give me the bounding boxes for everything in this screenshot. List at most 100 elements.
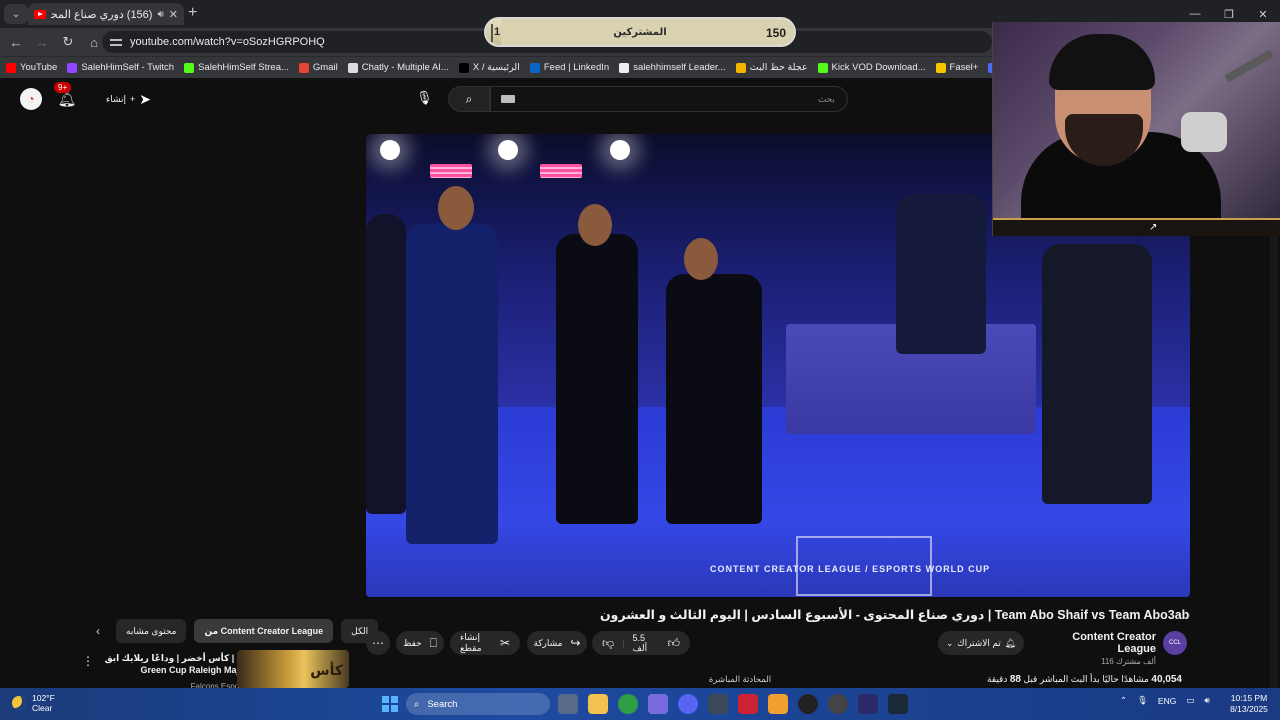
bookmark-item[interactable]: YouTube (6, 62, 57, 73)
save-button[interactable]: حفظ ⎕ (396, 631, 444, 655)
windows-taskbar: 102°F Clear ⌕ Search ⌃ 🎙︎ ENG ▭ 🔊︎ 10:15… (0, 688, 1280, 720)
file-explorer-icon[interactable] (588, 694, 608, 714)
chip-all[interactable]: الكل (341, 619, 379, 643)
youtube-favicon-icon (34, 9, 46, 19)
person-figure (896, 194, 986, 354)
cursor-icon: ↗ (1149, 222, 1158, 233)
steam-icon[interactable] (888, 694, 908, 714)
stage-light (610, 140, 630, 160)
xbox-icon[interactable] (708, 694, 728, 714)
bookmark-item[interactable]: SalehHimSelf - Twitch (67, 62, 174, 73)
related-video-item[interactable]: ⋮ كأس أخضر | وداعًا ريلايك ابق | 🏆 Green… (82, 650, 350, 691)
search-button[interactable]: ⌕ (448, 86, 490, 112)
forward-icon[interactable]: → (30, 35, 54, 50)
network-icon[interactable]: ▭ (1186, 695, 1194, 706)
channel-avatar[interactable]: CCL (1163, 631, 1187, 655)
taskbar-search[interactable]: ⌕ Search (406, 693, 550, 715)
streamer-beanie (1049, 34, 1155, 90)
obs-icon[interactable] (798, 694, 818, 714)
person-head (684, 238, 718, 280)
keyboard-icon[interactable] (501, 95, 515, 103)
nzxt-icon[interactable] (858, 694, 878, 714)
bookmark-item[interactable]: Gmail (298, 62, 338, 73)
channel-name[interactable]: Content Creator League (1040, 631, 1156, 655)
subscribed-button[interactable]: ⌄ تم الاشتراك 🔔︎ (938, 631, 1024, 655)
related-chips: ‹ محتوى مشابه من Content Creator League … (88, 619, 379, 643)
voice-search-icon[interactable]: 🎙︎ (416, 90, 433, 106)
bookmark-item[interactable]: SalehHimSelf Strea... (184, 62, 289, 73)
discord-icon[interactable] (678, 694, 698, 714)
clip-button[interactable]: إنشاء مقطع ✂ (450, 631, 520, 655)
subscriber-goal-bar: 1 المشتركين 150 (484, 17, 796, 47)
bookmark-item[interactable]: X / الرئيسية (458, 62, 520, 73)
chip-similar[interactable]: محتوى مشابه (116, 619, 187, 643)
new-tab-button[interactable]: + (188, 4, 197, 22)
start-button[interactable] (382, 696, 398, 712)
like-icon[interactable]: 👍︎ (667, 636, 680, 651)
bookmark-favicon-icon (347, 62, 358, 73)
bookmark-item[interactable]: salehhimself Leader... (619, 62, 726, 73)
divider: | (622, 638, 625, 648)
person-head (438, 186, 474, 230)
related-video-thumbnail[interactable]: كأس (237, 650, 349, 688)
person-figure (406, 224, 498, 544)
taskbar-clock[interactable]: 10:15 PM 8/13/2025 (1226, 693, 1272, 715)
notifications-button[interactable]: 🔔︎ 9+ (54, 82, 78, 110)
chevron-left-icon[interactable]: ‹ (88, 624, 108, 638)
masthead-actions: ◔ 🔔︎ 9+ إنشاء + ➤ (20, 82, 151, 110)
reload-icon[interactable]: ↻ (56, 34, 80, 50)
recorder-icon[interactable] (738, 694, 758, 714)
app-a-icon[interactable] (768, 694, 788, 714)
store-icon[interactable] (648, 694, 668, 714)
search-input[interactable]: بحث (490, 86, 848, 112)
search-placeholder: بحث (817, 94, 835, 104)
bookmark-label: SalehHimSelf - Twitch (81, 62, 175, 73)
weather-widget[interactable]: 102°F Clear (12, 693, 55, 713)
steam-settings-icon[interactable] (828, 694, 848, 714)
live-chat-label[interactable]: المحادثة المباشرة (690, 674, 790, 685)
back-icon[interactable]: ← (4, 35, 28, 50)
like-dislike-group: 👎︎ | 5.5 ألف 👍︎ (592, 631, 690, 655)
bookmark-favicon-icon (184, 62, 195, 73)
thumbnail-text: كأس (310, 662, 343, 678)
page-scrollbar[interactable] (1270, 158, 1278, 688)
task-view-icon[interactable] (558, 694, 578, 714)
volume-icon[interactable]: 🔊︎ (1204, 695, 1209, 706)
person-figure (1042, 244, 1152, 504)
mouse-cursor-icon: ➤ (139, 90, 152, 107)
close-tab-icon[interactable]: ✕ (169, 8, 178, 21)
bookmark-item[interactable]: Chatly - Multiple AI... (347, 62, 449, 73)
chrome-icon[interactable] (618, 694, 638, 714)
site-info-icon[interactable] (110, 37, 122, 47)
bookmark-item[interactable]: Kick VOD Download... (817, 62, 926, 73)
bookmark-label: YouTube (20, 62, 58, 73)
dislike-icon[interactable]: 👎︎ (602, 636, 614, 651)
share-label: مشاركة (533, 637, 563, 648)
audio-icon[interactable]: 🔊︎ (157, 9, 163, 20)
bookmark-item[interactable]: عجلة حظ البث (735, 62, 808, 73)
bookmark-item[interactable]: Feed | LinkedIn (529, 62, 609, 73)
video-title: دوري صناع المحتوى - الأسبوع السادس | الي… (600, 608, 1190, 622)
notification-badge: 9+ (54, 82, 72, 93)
browser-tab[interactable]: (156) دوري صناع المحتوى - ال 🔊︎ ✕ (28, 3, 184, 25)
clock-date: 8/13/2025 (1230, 704, 1268, 714)
chip-from-channel[interactable]: من Content Creator League (194, 619, 334, 643)
goal-target: 150 (765, 26, 786, 40)
stage-light (380, 140, 400, 160)
bookmark-item[interactable]: Fasel+ (935, 62, 978, 73)
chevron-up-icon[interactable]: ⌃ (1120, 695, 1127, 706)
create-button[interactable]: إنشاء + ➤ (106, 91, 151, 108)
related-video-title: كأس أخضر | وداعًا ريلايك ابق | 🏆 Green C… (98, 652, 248, 676)
channel-info[interactable]: Content Creator League 116 ألف مشترك (1040, 631, 1156, 666)
mic-tray-icon[interactable]: 🎙︎ (1137, 695, 1148, 706)
language-indicator[interactable]: ENG (1158, 696, 1176, 706)
tab-search-icon[interactable]: ⌄ (4, 4, 28, 24)
channel-subscribers: 116 ألف مشترك (1101, 657, 1156, 666)
share-button[interactable]: مشاركة ↪ (527, 631, 587, 655)
clock-time: 10:15 PM (1230, 693, 1268, 703)
weather-condition: Clear (32, 703, 53, 713)
tab-title: (156) دوري صناع المحتوى - ال (51, 8, 153, 21)
stage-panel (430, 164, 472, 178)
kebab-menu-icon[interactable]: ⋮ (82, 654, 94, 668)
account-avatar[interactable]: ◔ (20, 88, 42, 110)
